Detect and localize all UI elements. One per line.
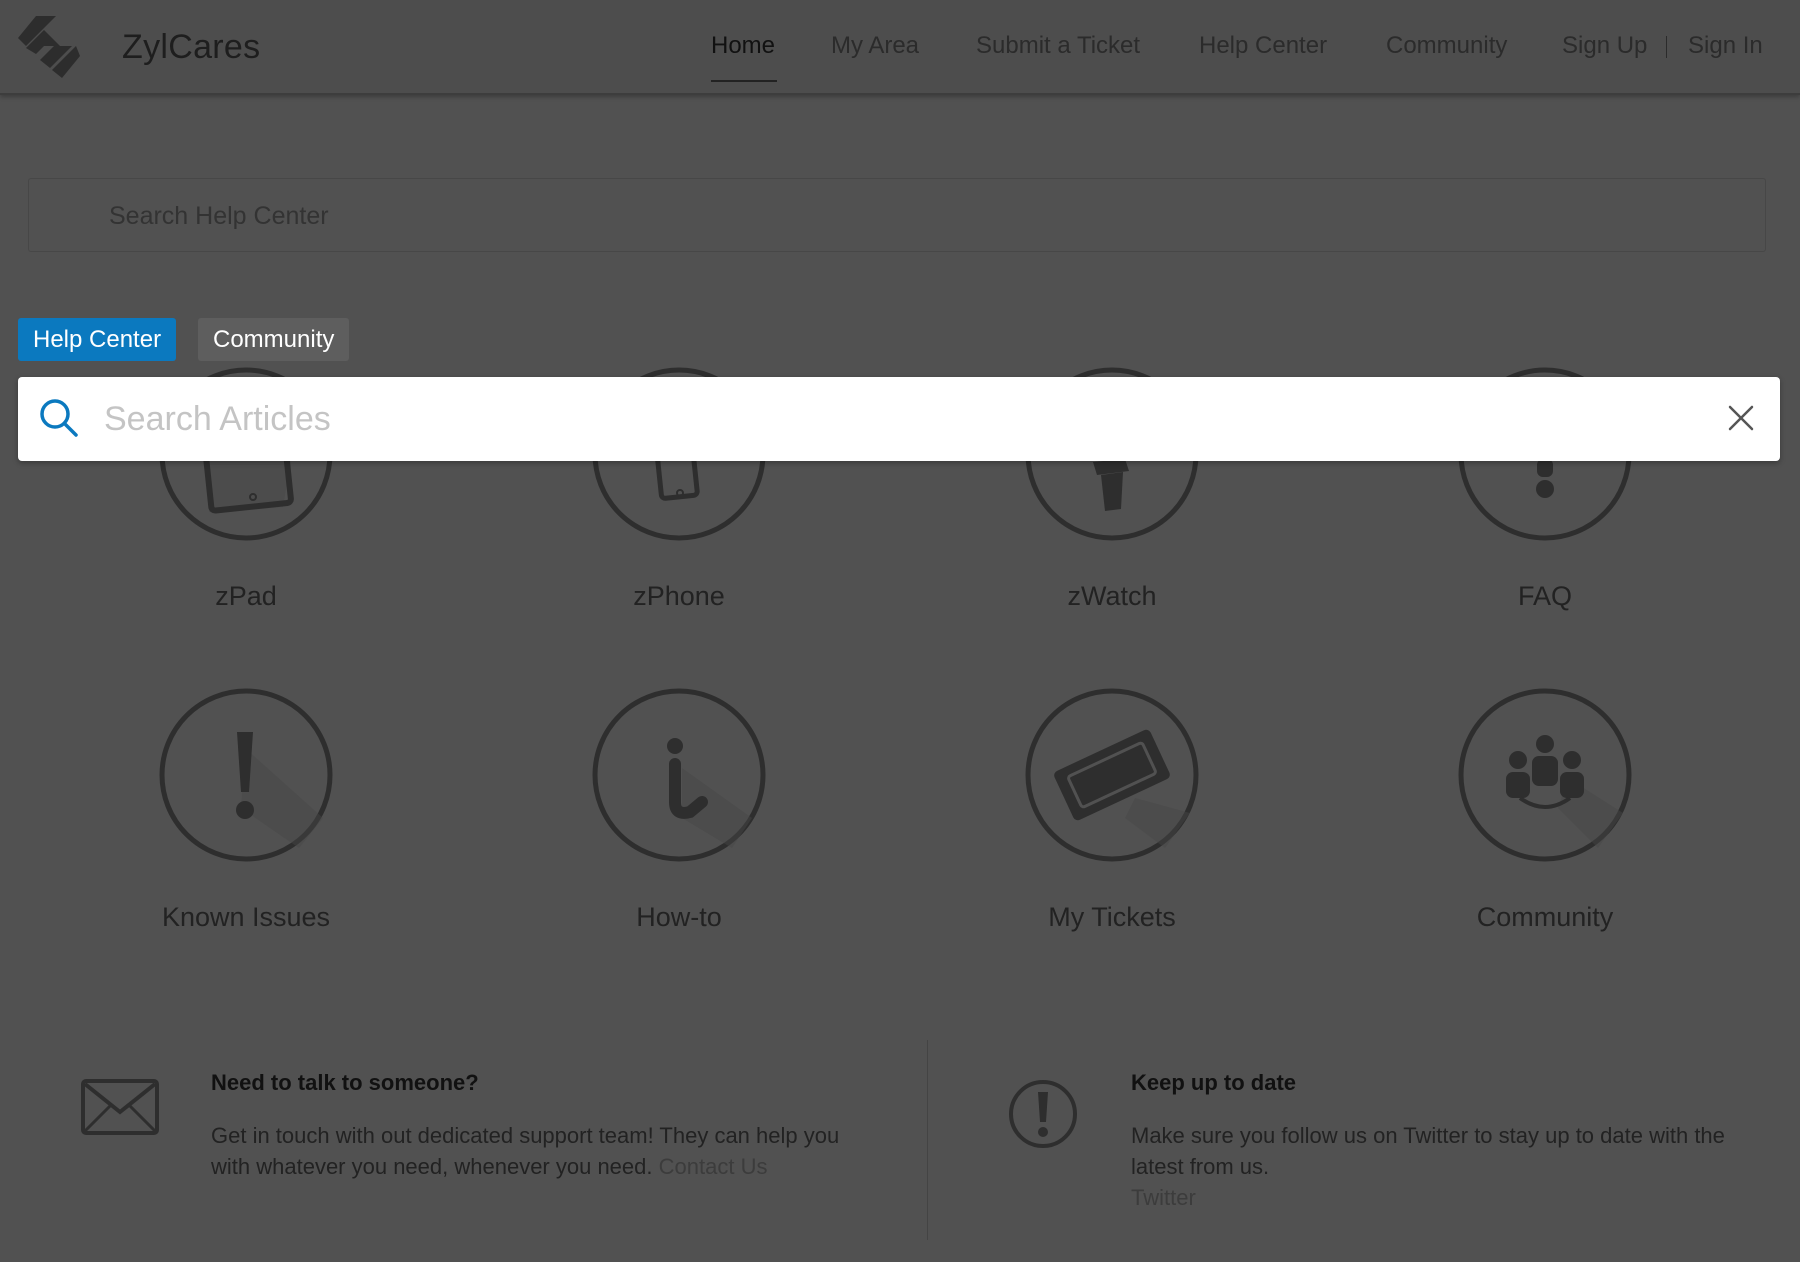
updates-text: Make sure you follow us on Twitter to st… [1131, 1120, 1771, 1213]
nav-community[interactable]: Community [1386, 32, 1507, 60]
search-icon [40, 399, 78, 437]
nav-sign-in[interactable]: Sign In [1688, 32, 1763, 60]
help-center-search-placeholder: Search Help Center [109, 202, 329, 230]
nav-sign-up[interactable]: Sign Up [1562, 32, 1647, 60]
people-icon [1458, 688, 1632, 862]
brand-name[interactable]: ZylCares [122, 28, 260, 67]
updates-title: Keep up to date [1131, 1070, 1297, 1095]
info-icon [592, 688, 766, 862]
twitter-link[interactable]: Twitter [1131, 1185, 1196, 1210]
close-icon[interactable] [1724, 401, 1758, 435]
contact-us-link[interactable]: Contact Us [659, 1154, 768, 1179]
nav-my-area[interactable]: My Area [831, 32, 919, 60]
ticket-icon [1025, 688, 1199, 862]
category-label: How-to [636, 902, 722, 932]
category-label: My Tickets [1048, 902, 1176, 932]
footer-divider [927, 1040, 928, 1240]
nav-home[interactable]: Home [711, 32, 775, 60]
category-label: Community [1476, 902, 1614, 932]
category-label: zPad [215, 581, 277, 611]
tab-help-center[interactable]: Help Center [18, 318, 177, 361]
exclamation-icon [159, 688, 333, 862]
category-label: zWatch [1067, 581, 1157, 611]
active-nav-underline [711, 80, 777, 82]
envelope-icon [81, 1079, 159, 1135]
category-label: zPhone [633, 581, 725, 611]
exclamation-icon [1009, 1080, 1077, 1148]
tab-community[interactable]: Community [198, 318, 350, 361]
article-search-bar [18, 377, 1780, 461]
category-label: Known Issues [161, 902, 331, 932]
nav-help-center[interactable]: Help Center [1199, 32, 1327, 60]
nav-submit-ticket[interactable]: Submit a Ticket [976, 32, 1140, 60]
top-header: ZylCares Home My Area Submit a Ticket He… [0, 0, 1800, 95]
updates-description: Make sure you follow us on Twitter to st… [1131, 1123, 1725, 1179]
contact-text: Get in touch with out dedicated support … [211, 1120, 851, 1182]
search-articles-input[interactable] [104, 391, 1664, 447]
zylcares-logo-icon[interactable] [16, 14, 82, 80]
category-label: FAQ [1517, 581, 1572, 611]
nav-separator [1666, 36, 1667, 58]
contact-title: Need to talk to someone? [211, 1070, 479, 1095]
